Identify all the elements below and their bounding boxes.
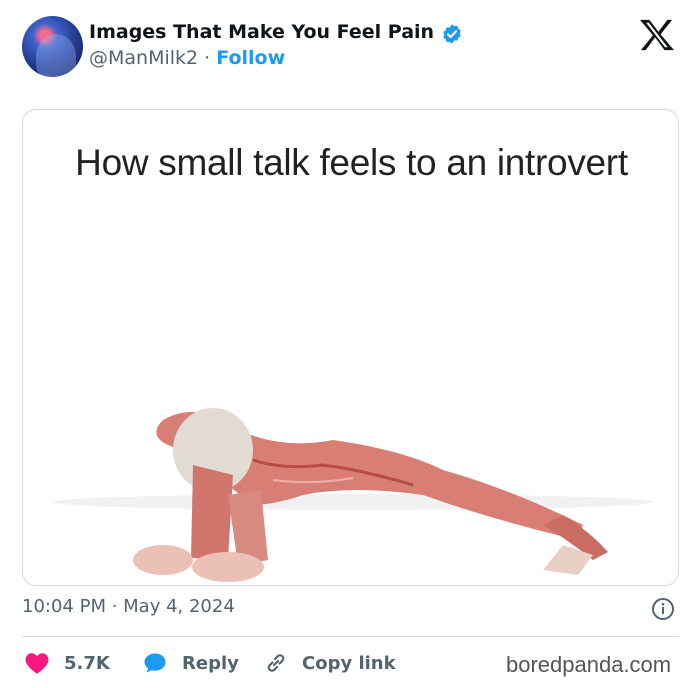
like-button[interactable]: 5.7K	[24, 647, 110, 679]
avatar-figure	[36, 34, 76, 77]
watermark: boredpanda.com	[506, 652, 672, 677]
reply-label: Reply	[182, 652, 239, 674]
anatomy-plank-illustration	[53, 408, 653, 582]
reply-icon	[144, 653, 166, 673]
meme-caption: How small talk feels to an introvert	[75, 142, 628, 183]
info-icon[interactable]	[651, 597, 675, 621]
avatar[interactable]	[22, 16, 83, 77]
reply-button[interactable]: Reply	[142, 647, 239, 679]
copy-link-label: Copy link	[302, 652, 396, 674]
copy-link-button[interactable]: Copy link	[264, 647, 396, 679]
media-card[interactable]: How small talk feels to an introvert	[22, 109, 679, 586]
verified-badge-icon	[443, 24, 461, 44]
display-name[interactable]: Images That Make You Feel Pain	[89, 21, 434, 43]
link-icon	[267, 654, 285, 672]
action-bar: 5.7K Reply Copy link	[22, 647, 492, 679]
x-logo-icon[interactable]	[638, 18, 676, 52]
heart-icon	[25, 653, 49, 674]
tweet-header: Images That Make You Feel Pain @ManMilk2…	[0, 0, 700, 100]
divider	[22, 636, 679, 637]
like-count: 5.7K	[64, 652, 110, 674]
separator: ·	[204, 47, 211, 69]
handle-row: @ManMilk2 · Follow	[89, 47, 285, 69]
handle[interactable]: @ManMilk2	[89, 47, 198, 69]
follow-link[interactable]: Follow	[216, 47, 285, 69]
tweet-timestamp[interactable]: 10:04 PM · May 4, 2024	[22, 596, 235, 617]
